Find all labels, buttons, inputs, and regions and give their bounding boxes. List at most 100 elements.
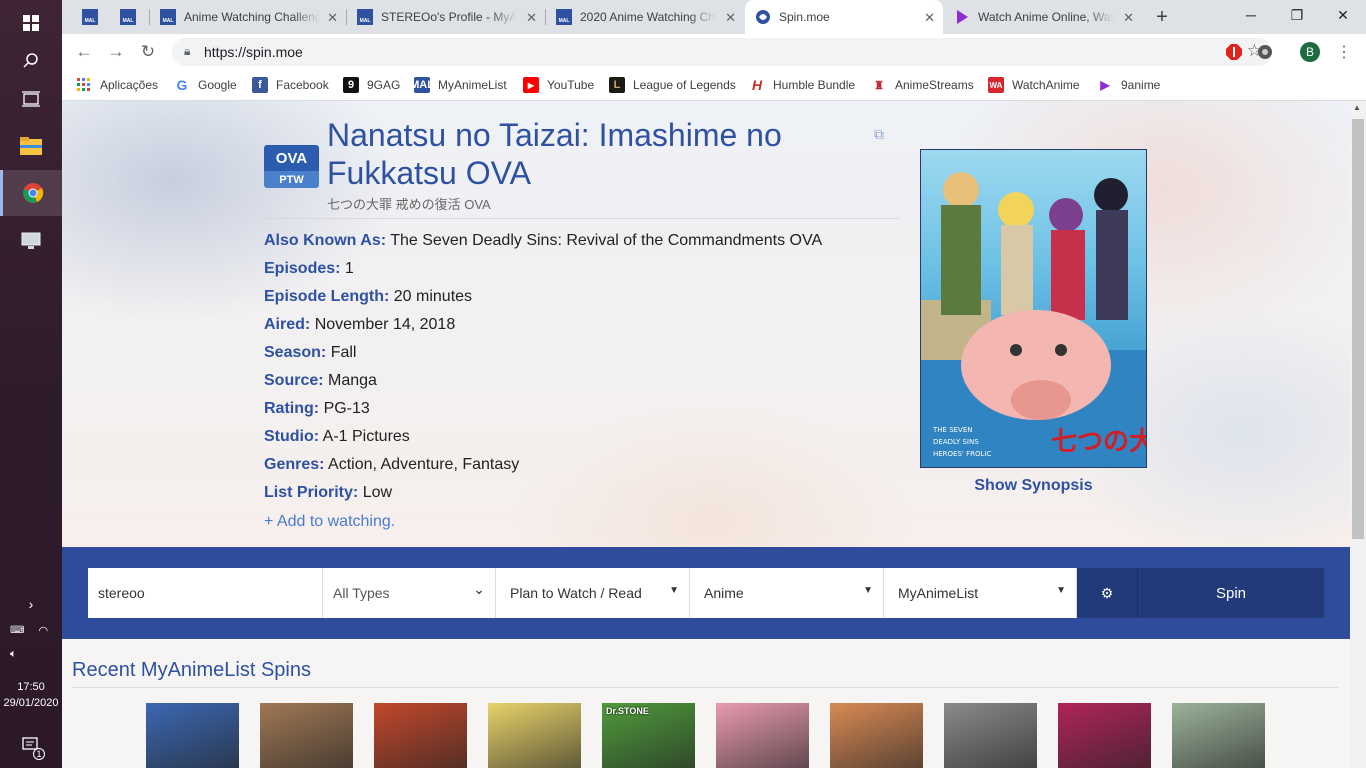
humble-icon: H xyxy=(751,77,763,93)
detail-episodes: Episodes: 1 xyxy=(264,260,354,277)
svg-text:HEROES' FROLIC: HEROES' FROLIC xyxy=(933,450,991,458)
recent-spin-label: Dr.STONE xyxy=(606,706,649,716)
close-window-button[interactable]: ✕ xyxy=(1320,0,1366,30)
scroll-up-arrow-icon[interactable]: ▲ xyxy=(1353,103,1361,112)
bookmarks-bar: Aplicações G Google f Facebook 9 9GAG MA… xyxy=(62,70,1366,101)
recent-spin-thumbnail[interactable] xyxy=(716,703,809,768)
reload-button[interactable]: ↻ xyxy=(138,42,158,62)
tab-2020-challenge[interactable]: MAL 2020 Anime Watching Challenge ✕ xyxy=(546,0,744,34)
pc-settings-icon[interactable] xyxy=(0,218,62,264)
bookmark-apps[interactable]: Aplicações xyxy=(76,76,158,94)
back-button[interactable]: ← xyxy=(74,42,94,62)
bookmark-facebook[interactable]: f Facebook xyxy=(252,76,329,94)
chevron-down-icon: ⌄ xyxy=(473,581,485,597)
tab-watch-anime[interactable]: Watch Anime Online, Watch ✕ xyxy=(944,0,1142,34)
bookmark-youtube[interactable]: ▶ YouTube xyxy=(523,76,594,94)
japanese-title: 七つの大罪 戒めの復活 OVA xyxy=(327,197,491,212)
tab-strip: MAL MAL MAL Anime Watching Challenge ✕ M… xyxy=(62,0,1366,34)
recent-spin-thumbnail[interactable] xyxy=(1172,703,1265,768)
file-explorer-icon[interactable] xyxy=(0,123,62,169)
new-tab-button[interactable]: + xyxy=(1152,6,1172,28)
recent-spin-thumbnail[interactable] xyxy=(374,703,467,768)
anime-cover-image[interactable]: 七つの大罪 THE SEVEN DEADLY SINS HEROES' FROL… xyxy=(920,149,1147,468)
url-text[interactable]: https://spin.moe xyxy=(204,44,303,60)
bookmark-google[interactable]: G Google xyxy=(174,76,237,94)
tab-pinned-1[interactable]: MAL xyxy=(72,0,110,34)
recent-spin-thumbnail[interactable] xyxy=(260,703,353,768)
tab-anime-challenge[interactable]: MAL Anime Watching Challenge ✕ xyxy=(150,0,346,34)
9anime-icon xyxy=(954,9,970,25)
spin-button[interactable]: Spin xyxy=(1137,568,1324,618)
profile-avatar[interactable]: B xyxy=(1300,42,1320,62)
mal-icon: MAL xyxy=(82,9,98,25)
volume-icon[interactable]: 🔈︎ xyxy=(0,636,62,672)
detail-also-known-as: Also Known As: The Seven Deadly Sins: Re… xyxy=(264,232,823,249)
tab-spin-moe[interactable]: Spin.moe ✕ xyxy=(745,0,943,34)
detail-rating: Rating: PG-13 xyxy=(264,400,370,417)
clock-time[interactable]: 17:50 xyxy=(0,680,62,694)
svg-text:DEADLY SINS: DEADLY SINS xyxy=(933,438,979,446)
show-synopsis-link[interactable]: Show Synopsis xyxy=(920,477,1147,495)
mal-icon: MAL xyxy=(410,77,434,93)
address-bar[interactable]: 🔒︎ https://spin.moe ☆ xyxy=(172,38,1272,66)
task-view-icon[interactable] xyxy=(0,76,62,122)
bookmark-myanimelist[interactable]: MAL MyAnimeList xyxy=(410,76,507,94)
gear-icon: ⚙ xyxy=(1100,584,1114,601)
media-select[interactable]: Anime ▼ xyxy=(690,568,884,618)
detail-studio: Studio: A-1 Pictures xyxy=(264,428,410,445)
bookmark-humble-bundle[interactable]: H Humble Bundle xyxy=(749,76,855,94)
wifi-icon[interactable]: ◠ xyxy=(38,624,48,637)
browser-window: MAL MAL MAL Anime Watching Challenge ✕ M… xyxy=(62,0,1366,101)
bookmark-9anime[interactable]: ▶ 9anime xyxy=(1097,76,1160,94)
page-scrollbar[interactable]: ▲ xyxy=(1350,101,1366,768)
source-select[interactable]: MyAnimeList ▼ xyxy=(884,568,1077,618)
clock-date[interactable]: 29/01/2020 xyxy=(0,696,62,710)
tab-profile[interactable]: MAL STEREOo's Profile - MyAnimeList ✕ xyxy=(347,0,545,34)
add-to-watching-link[interactable]: + Add to watching. xyxy=(264,513,395,531)
type-select[interactable]: All Types ⌄ xyxy=(323,568,496,618)
dropdown-arrow-icon: ▼ xyxy=(669,585,679,596)
list-select[interactable]: Plan to Watch / Read ▼ xyxy=(496,568,690,618)
settings-button[interactable]: ⚙ xyxy=(1077,568,1137,618)
close-icon[interactable]: ✕ xyxy=(1123,10,1134,26)
close-icon[interactable]: ✕ xyxy=(725,10,736,26)
adblock-extension-icon[interactable] xyxy=(1224,42,1244,62)
action-center-icon[interactable]: 1 xyxy=(0,722,62,768)
username-input[interactable]: stereoo xyxy=(88,568,323,618)
recent-spin-thumbnail[interactable] xyxy=(944,703,1037,768)
recent-spins-section: Recent MyAnimeList Spins Dr.STONE xyxy=(62,639,1350,768)
recent-spin-thumbnail[interactable] xyxy=(488,703,581,768)
detail-aired: Aired: November 14, 2018 xyxy=(264,316,456,333)
menu-icon[interactable]: ⋮ xyxy=(1334,42,1354,62)
tab-pinned-2[interactable]: MAL xyxy=(110,0,148,34)
spin-icon xyxy=(755,9,771,25)
divider xyxy=(264,218,899,219)
svg-text:THE SEVEN: THE SEVEN xyxy=(932,426,973,434)
close-icon[interactable]: ✕ xyxy=(924,10,935,26)
recent-spin-thumbnail[interactable]: Dr.STONE xyxy=(602,703,695,768)
recent-spin-thumbnail[interactable] xyxy=(146,703,239,768)
minimize-button[interactable]: ─ xyxy=(1228,0,1274,30)
anime-title[interactable]: Nanatsu no Taizai: Imashime no Fukkatsu … xyxy=(327,116,867,192)
close-icon[interactable]: ✕ xyxy=(327,10,338,26)
lock-icon[interactable]: 🔒︎ xyxy=(184,44,190,59)
bookmark-watchanime[interactable]: WA WatchAnime xyxy=(988,76,1080,94)
bookmark-animestreams[interactable]: ♜ AnimeStreams xyxy=(871,76,974,94)
bookmark-9gag[interactable]: 9 9GAG xyxy=(343,76,400,94)
recent-spins-title: Recent MyAnimeList Spins xyxy=(72,659,311,681)
extension-icon[interactable] xyxy=(1255,42,1275,62)
input-method-icon[interactable]: ⌨ xyxy=(10,625,24,636)
maximize-button[interactable]: ❐ xyxy=(1274,0,1320,30)
recent-spin-thumbnail[interactable] xyxy=(830,703,923,768)
chrome-taskbar-icon[interactable] xyxy=(0,170,62,216)
bookmark-league-of-legends[interactable]: L League of Legends xyxy=(609,76,736,94)
scrollbar-thumb[interactable] xyxy=(1352,119,1364,539)
copy-icon[interactable]: ⧉ xyxy=(874,126,884,143)
close-icon[interactable]: ✕ xyxy=(526,10,537,26)
forward-button[interactable]: → xyxy=(106,42,126,62)
mal-icon: MAL xyxy=(556,9,572,25)
dropdown-arrow-icon: ▼ xyxy=(1056,585,1066,596)
9gag-icon: 9 xyxy=(343,77,359,93)
recent-spin-thumbnail[interactable] xyxy=(1058,703,1151,768)
svg-text:七つの大罪: 七つの大罪 xyxy=(1051,427,1147,457)
